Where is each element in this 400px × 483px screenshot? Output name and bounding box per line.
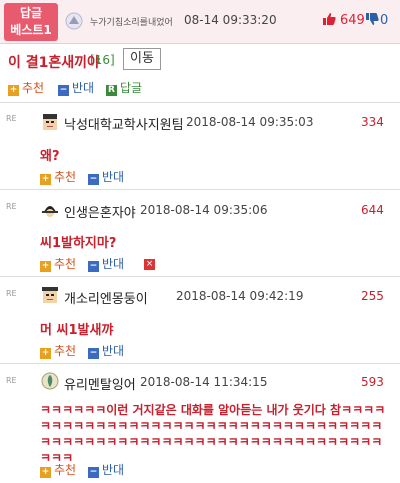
reply-item: RE 인생은혼자야 2018-08-14 09:35:06 644 씨1발하지마…: [0, 190, 400, 274]
reply-downvote-button[interactable]: − 반대: [88, 462, 124, 478]
plus-icon: +: [40, 467, 51, 478]
upvote-label: 추천: [54, 344, 77, 358]
downvote-label: 반대: [102, 257, 125, 271]
downvote-label: 반대: [102, 463, 125, 477]
reply-item: RE 유리멘탈잉어 2018-08-14 11:34:15 593 ㅋㅋㅋㅋㅋㅋ…: [0, 364, 400, 483]
plus-icon: +: [40, 261, 51, 272]
plus-icon: +: [8, 85, 19, 96]
reply-actions: + 추천 − 반대: [40, 169, 150, 185]
reply-score: 255: [361, 289, 384, 303]
reply-time: 2018-08-14 09:35:06: [140, 203, 268, 217]
reply-downvote-button[interactable]: − 반대: [88, 256, 124, 272]
minus-icon: −: [58, 85, 69, 96]
badge-line-2: 베스트1: [10, 23, 52, 37]
avatar: [42, 206, 58, 217]
reply-body: ㅋㅋㅋㅋㅋㅋ이런 거지같은 대화를 알아듣는 내가 웃기다 참ㅋㅋㅋㅋㅋㅋㅋㅋㅋ…: [40, 403, 386, 465]
reply-downvote-button[interactable]: − 반대: [88, 169, 124, 185]
re-mark: RE: [6, 114, 17, 123]
delete-icon[interactable]: ×: [144, 259, 155, 270]
user-level-icon: [65, 12, 83, 30]
plus-icon: +: [40, 174, 51, 185]
post-reply-button[interactable]: R 답글: [106, 80, 142, 96]
reply-score: 334: [361, 115, 384, 129]
reply-upvote-button[interactable]: + 추천: [40, 169, 76, 185]
reply-body: 씨1발하지마?: [40, 236, 117, 251]
upvote-label: 추천: [22, 81, 45, 95]
reply-time: 2018-08-14 09:35:03: [186, 115, 314, 129]
thumbs-down-icon[interactable]: [365, 12, 379, 26]
upvote-label: 추천: [54, 170, 77, 184]
minus-icon: −: [88, 261, 99, 272]
reply-actions: + 추천 − 반대: [40, 462, 150, 478]
reply-item: RE 개소리엔몽둥이 2018-08-14 09:42:19 255 머 씨1발…: [0, 277, 400, 361]
upvote-label: 추천: [54, 257, 77, 271]
reply-score: 593: [361, 375, 384, 389]
best-reply-time: 08-14 09:33:20: [184, 13, 277, 27]
reply-body: 머 씨1발새꺄: [40, 323, 114, 338]
reply-time: 2018-08-14 09:42:19: [176, 289, 304, 303]
post-title: 이 결1혼새끼야: [8, 55, 100, 71]
upvote-label: 추천: [54, 463, 77, 477]
minus-icon: −: [88, 467, 99, 478]
post-downvote-button[interactable]: − 반대: [58, 80, 94, 96]
downvote-label: 반대: [72, 81, 95, 95]
reply-username[interactable]: 낙성대학교학사지원팀: [64, 114, 184, 133]
re-mark: RE: [6, 376, 17, 385]
reply-upvote-button[interactable]: + 추천: [40, 462, 76, 478]
minus-icon: −: [88, 174, 99, 185]
reply-upvote-button[interactable]: + 추천: [40, 343, 76, 359]
minus-icon: −: [88, 348, 99, 359]
reply-score: 644: [361, 203, 384, 217]
avatar: [42, 287, 58, 303]
reply-icon: R: [106, 85, 117, 96]
best-reply-badge: 답글 베스트1: [4, 3, 58, 41]
re-mark: RE: [6, 289, 17, 298]
reply-item: RE 낙성대학교학사지원팀 2018-08-14 09:35:03 334 왜?…: [0, 103, 400, 187]
reply-body: 왜?: [40, 149, 60, 164]
badge-line-1: 답글: [19, 6, 43, 20]
downvote-label: 반대: [102, 344, 125, 358]
reply-username[interactable]: 유리멘탈잉어: [64, 374, 136, 393]
reply-downvote-button[interactable]: − 반대: [88, 343, 124, 359]
reply-time: 2018-08-14 11:34:15: [140, 375, 268, 389]
post-upvote-button[interactable]: + 추천: [8, 80, 44, 96]
best-reply-bar: 답글 베스트1 누가기침소리를내었어 08-14 09:33:20 649 0: [0, 0, 400, 44]
reply-upvote-button[interactable]: + 추천: [40, 256, 76, 272]
post-reply-count: [16]: [90, 53, 115, 67]
downvote-label: 반대: [102, 170, 125, 184]
re-mark: RE: [6, 202, 17, 211]
reply-username[interactable]: 인생은혼자야: [64, 202, 136, 221]
avatar: [43, 114, 57, 130]
avatar: [41, 372, 59, 390]
move-button[interactable]: 이동: [123, 48, 161, 70]
reply-actions: + 추천 − 반대 ×: [40, 256, 160, 272]
reply-actions: + 추천 − 반대: [40, 343, 150, 359]
plus-icon: +: [40, 348, 51, 359]
post-actions: + 추천 − 반대 R 답글: [8, 80, 168, 96]
reply-label: 답글: [120, 81, 143, 95]
reply-username[interactable]: 개소리엔몽둥이: [64, 288, 148, 307]
best-reply-user[interactable]: 누가기침소리를내었어: [90, 15, 173, 28]
best-reply-down-count: 0: [380, 13, 389, 28]
best-reply-up-count: 649: [340, 13, 365, 28]
thumbs-up-icon[interactable]: [322, 12, 336, 26]
